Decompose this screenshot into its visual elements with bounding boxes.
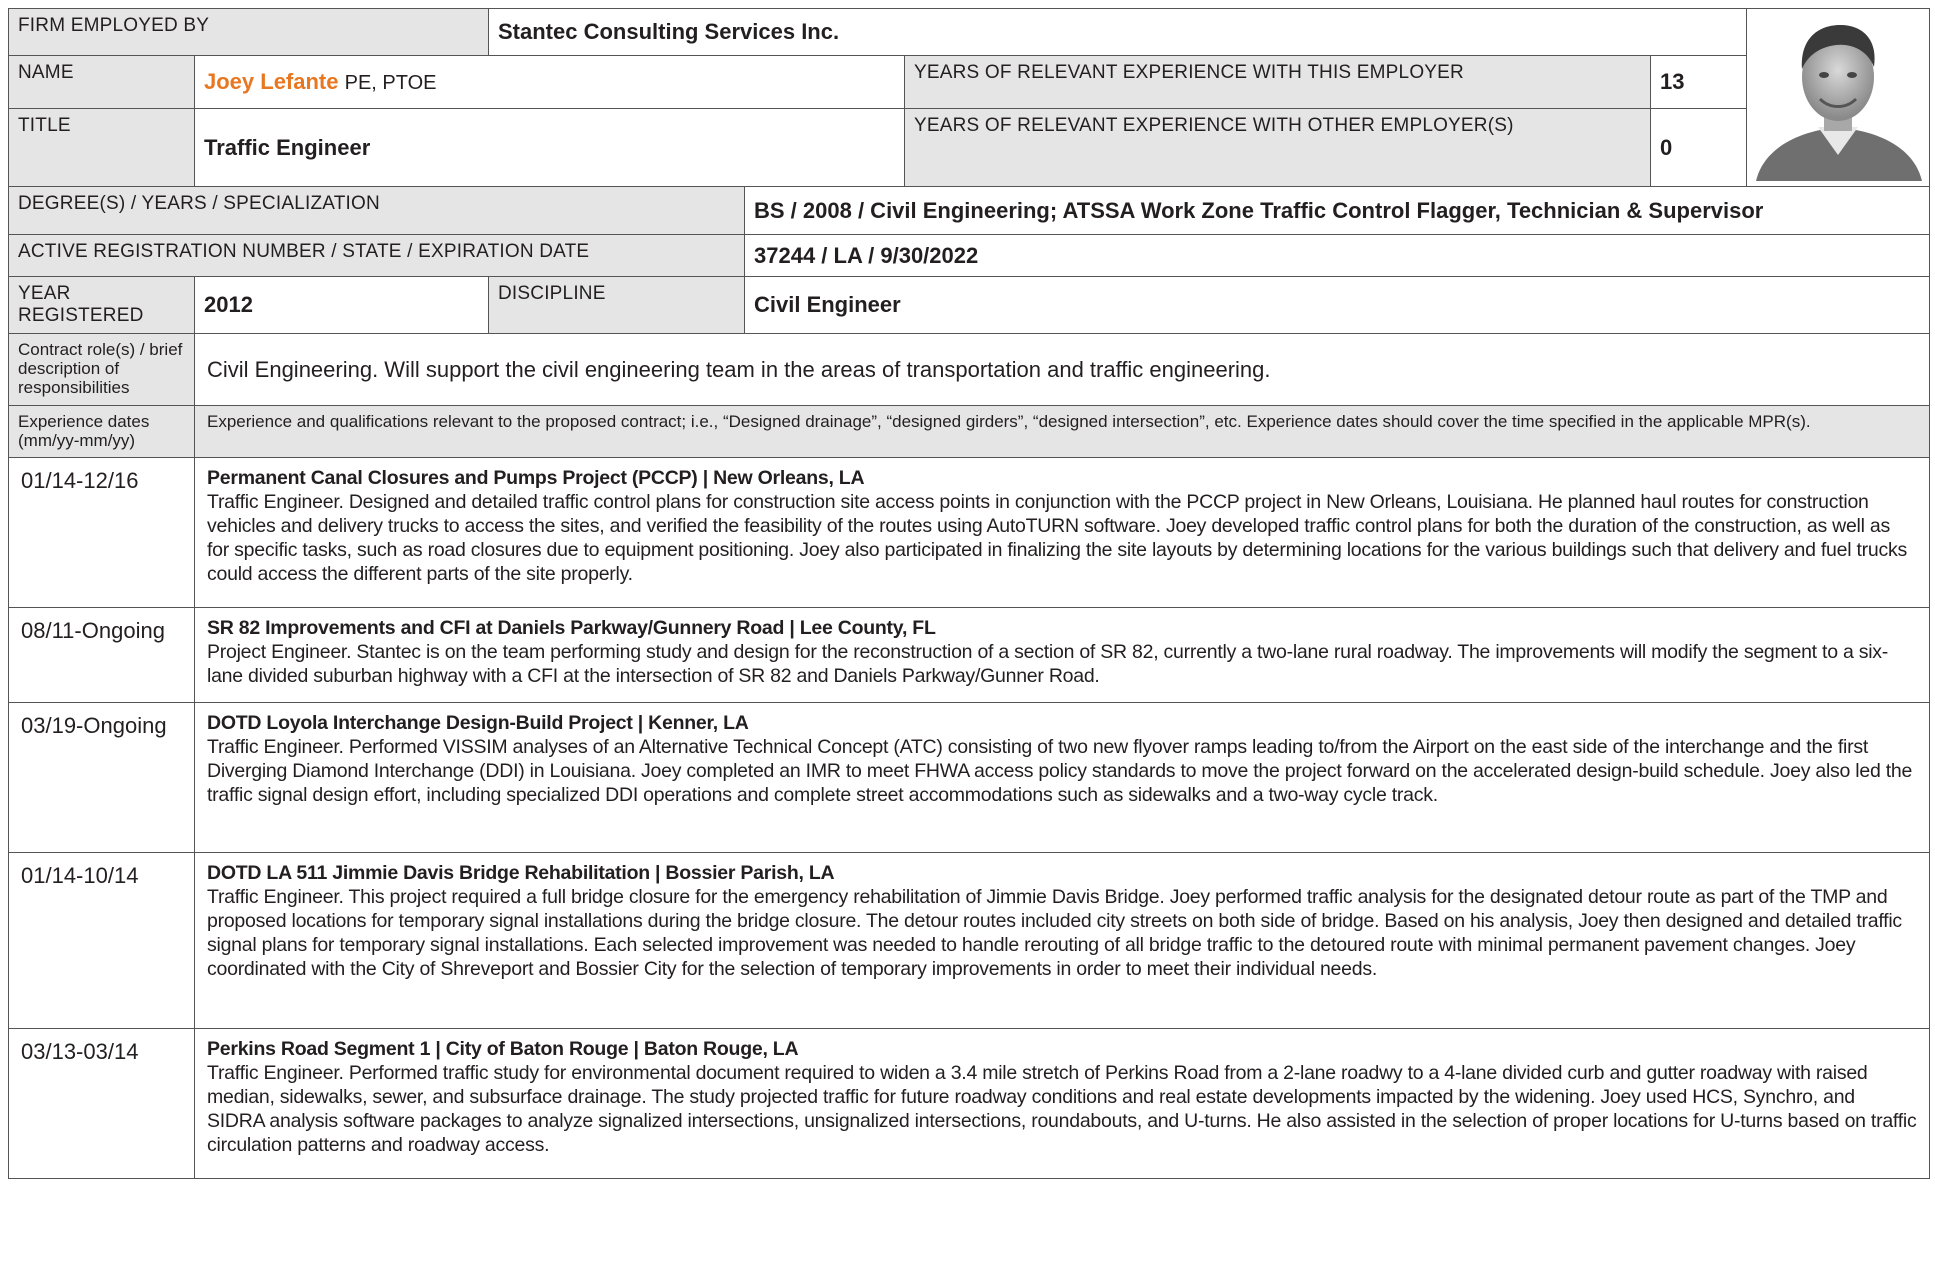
degree-value: BS / 2008 / Civil Engineering; ATSSA Wor… (743, 186, 1931, 235)
experience-entry: SR 82 Improvements and CFI at Daniels Pa… (193, 607, 1931, 703)
experience-dates: 08/11-Ongoing (8, 607, 195, 703)
experience-dates: 01/14-10/14 (8, 852, 195, 1029)
experience-row: 01/14-12/16 Permanent Canal Closures and… (8, 457, 1931, 608)
name-label: NAME (8, 54, 195, 110)
discipline-value: Civil Engineer (743, 276, 1931, 334)
project-description: Traffic Engineer. This project required … (207, 886, 1902, 980)
exp-other-employer-value: 0 (1649, 108, 1748, 187)
experience-row: 03/13-03/14 Perkins Road Segment 1 | Cit… (8, 1028, 1931, 1179)
exp-other-employer-label: YEARS OF RELEVANT EXPERIENCE WITH OTHER … (904, 108, 1651, 187)
project-title: DOTD LA 511 Jimmie Davis Bridge Rehabili… (207, 862, 835, 884)
project-title: SR 82 Improvements and CFI at Daniels Pa… (207, 617, 936, 639)
experience-dates: 01/14-12/16 (8, 457, 195, 608)
person-credentials: PE, PTOE (344, 71, 437, 94)
project-description: Traffic Engineer. Performed traffic stud… (207, 1062, 1917, 1156)
experience-dates-label: Experience dates (mm/yy-mm/yy) (8, 405, 195, 458)
discipline-label: DISCIPLINE (488, 276, 745, 334)
experience-dates: 03/19-Ongoing (8, 702, 195, 853)
year-registered-label: YEAR REGISTERED (8, 276, 195, 334)
project-description: Traffic Engineer. Designed and detailed … (207, 491, 1907, 585)
firm-label: FIRM EMPLOYED BY (8, 8, 489, 56)
role-label: Contract role(s) / brief description of … (8, 333, 195, 406)
firm-value: Stantec Consulting Services Inc. (487, 8, 1748, 56)
name-value: Joey Lefante PE, PTOE (194, 54, 905, 110)
experience-entry: DOTD LA 511 Jimmie Davis Bridge Rehabili… (193, 852, 1931, 1029)
headshot-photo (1746, 8, 1931, 187)
project-title: DOTD Loyola Interchange Design-Build Pro… (207, 712, 749, 734)
experience-row: 01/14-10/14 DOTD LA 511 Jimmie Davis Bri… (8, 852, 1931, 1029)
registration-label: ACTIVE REGISTRATION NUMBER / STATE / EXP… (8, 234, 745, 277)
experience-row: 03/19-Ongoing DOTD Loyola Interchange De… (8, 702, 1931, 853)
person-name: Joey Lefante (204, 68, 339, 94)
exp-this-employer-label: YEARS OF RELEVANT EXPERIENCE WITH THIS E… (904, 54, 1651, 110)
experience-dates: 03/13-03/14 (8, 1028, 195, 1179)
year-registered-value: 2012 (194, 276, 489, 334)
experience-row: 08/11-Ongoing SR 82 Improvements and CFI… (8, 607, 1931, 703)
experience-entry: DOTD Loyola Interchange Design-Build Pro… (193, 702, 1931, 853)
headshot-image (1748, 9, 1929, 181)
resume-page: FIRM EMPLOYED BY Stantec Consulting Serv… (0, 0, 1935, 1282)
project-title: Permanent Canal Closures and Pumps Proje… (207, 467, 865, 489)
project-title: Perkins Road Segment 1 | City of Baton R… (207, 1038, 799, 1060)
registration-value: 37244 / LA / 9/30/2022 (743, 234, 1931, 277)
degree-label: DEGREE(S) / YEARS / SPECIALIZATION (8, 186, 745, 235)
project-description: Traffic Engineer. Performed VISSIM analy… (207, 736, 1913, 806)
project-description: Project Engineer. Stantec is on the team… (207, 641, 1889, 687)
title-value: Traffic Engineer (194, 108, 905, 187)
experience-entry: Permanent Canal Closures and Pumps Proje… (193, 457, 1931, 608)
role-value: Civil Engineering. Will support the civi… (193, 333, 1931, 406)
experience-entry: Perkins Road Segment 1 | City of Baton R… (193, 1028, 1931, 1179)
resume-table: FIRM EMPLOYED BY Stantec Consulting Serv… (8, 8, 1931, 1179)
title-label: TITLE (8, 108, 195, 187)
experience-description-label: Experience and qualifications relevant t… (193, 405, 1931, 458)
exp-this-employer-value: 13 (1649, 54, 1748, 110)
